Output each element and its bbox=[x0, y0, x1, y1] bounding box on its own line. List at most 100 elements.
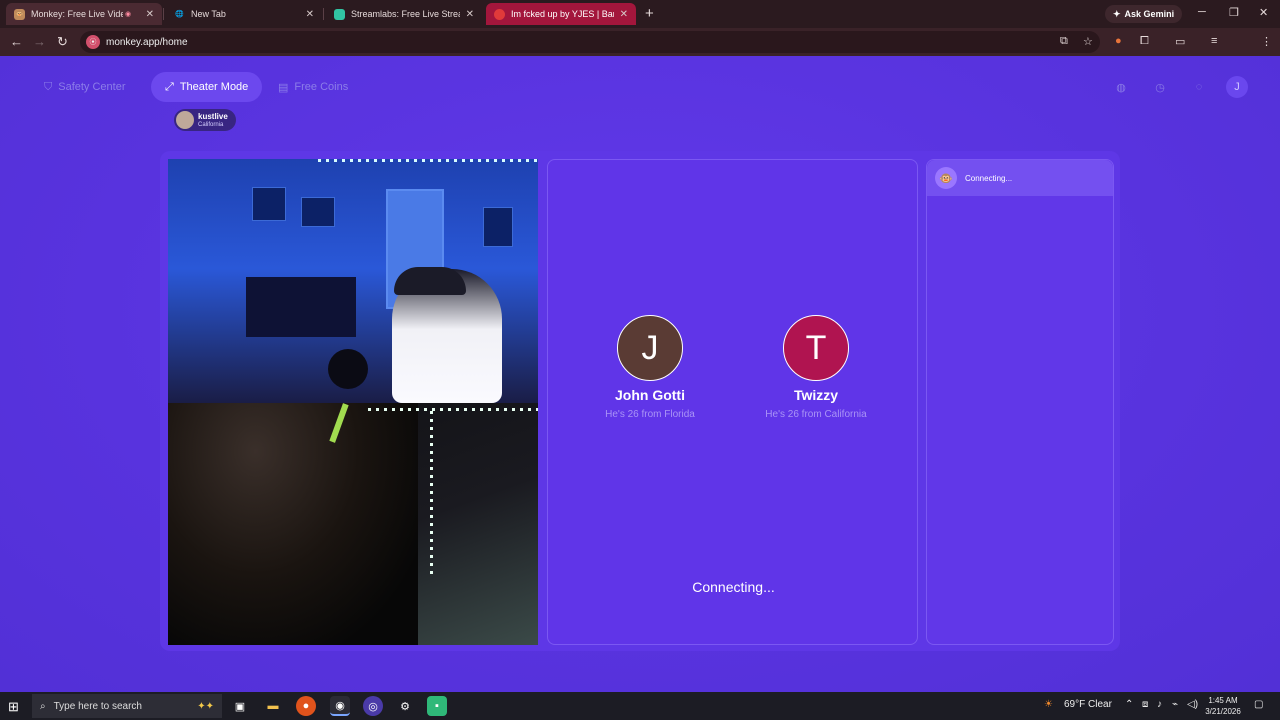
match-details: He's 26 from California bbox=[765, 409, 867, 420]
time: 1:45 AM bbox=[1208, 696, 1238, 705]
task-view-icon[interactable]: ▣ bbox=[230, 696, 250, 716]
bookmark-star-icon[interactable]: ☆ bbox=[1083, 35, 1093, 48]
split-view-icon[interactable]: ▭ bbox=[1175, 35, 1185, 48]
gemini-icon: ✦ bbox=[1113, 8, 1121, 19]
theater-mode-button[interactable]: ⤢ Theater Mode bbox=[151, 72, 263, 102]
desk bbox=[246, 277, 356, 337]
local-video bbox=[168, 403, 538, 645]
search-placeholder: Type here to search bbox=[53, 700, 142, 712]
local-person bbox=[168, 403, 418, 645]
streamlabs-taskbar-icon[interactable]: ▪ bbox=[427, 696, 447, 716]
windows-taskbar: ⊞ ⌕ Type here to search ✦✦ ▣ ▬ ● ◉ ◎ ⚙ ▪… bbox=[0, 692, 1280, 720]
tab-monkey[interactable]: 🐵 Monkey: Free Live Video Ch ◉ ✕ bbox=[6, 3, 162, 25]
globe-icon: 🌐 bbox=[175, 11, 184, 18]
copilot-sparkle-icon: ✦✦ bbox=[197, 700, 214, 712]
file-explorer-icon[interactable]: ▬ bbox=[263, 696, 283, 716]
matching-panel: J John Gotti He's 26 from Florida T Twiz… bbox=[547, 159, 918, 645]
taskbar-clock[interactable]: 1:45 AM 3/21/2026 bbox=[1200, 695, 1246, 717]
forward-icon[interactable]: → bbox=[33, 34, 46, 49]
chat-header: 🐵 Connecting... bbox=[927, 160, 1113, 196]
match-card-1[interactable]: J John Gotti He's 26 from Florida bbox=[570, 315, 730, 420]
extension-icon[interactable]: ● bbox=[1115, 35, 1122, 47]
tab-new-tab[interactable]: 🌐 New Tab ✕ bbox=[166, 3, 322, 25]
tray-chevron-icon[interactable]: ⌃ bbox=[1125, 699, 1133, 710]
safety-center-button[interactable]: ⛉ Safety Center bbox=[30, 72, 140, 102]
volume-icon[interactable]: ◁) bbox=[1187, 699, 1198, 710]
free-coins-button[interactable]: ▤ Free Coins bbox=[264, 72, 362, 102]
user-location: California bbox=[198, 121, 224, 128]
monkey-page: ⛉ Safety Center ⤢ Theater Mode ▤ Free Co… bbox=[0, 56, 1280, 692]
coins-icon: ▤ bbox=[278, 81, 289, 94]
free-coins-label: Free Coins bbox=[294, 81, 349, 93]
search-icon: ⌕ bbox=[40, 700, 46, 712]
steam-icon[interactable]: ⚙ bbox=[395, 696, 415, 716]
close-tab-icon[interactable]: ✕ bbox=[306, 9, 314, 20]
connecting-status: Connecting... bbox=[692, 579, 775, 595]
close-window-icon[interactable]: ✕ bbox=[1259, 6, 1268, 19]
tab-title: Im fcked up by YJES | BandLab bbox=[511, 9, 614, 19]
bandlab-icon bbox=[494, 8, 505, 20]
user-name: kustlive bbox=[198, 111, 228, 121]
match-details: He's 26 from Florida bbox=[605, 409, 695, 420]
close-tab-icon[interactable]: ✕ bbox=[466, 9, 474, 20]
tab-streamlabs[interactable]: Streamlabs: Free Live Streaming ✕ bbox=[326, 3, 482, 25]
reload-icon[interactable]: ↻ bbox=[57, 34, 68, 50]
close-tab-icon[interactable]: ✕ bbox=[146, 9, 154, 20]
microphone bbox=[328, 349, 368, 389]
tray-app-icon[interactable]: ⧈ bbox=[1142, 699, 1148, 710]
user-avatar[interactable]: J bbox=[1226, 76, 1248, 98]
back-icon[interactable]: ← bbox=[10, 34, 23, 49]
windows-start-icon[interactable]: ⊞ bbox=[8, 699, 19, 715]
ask-gemini-button[interactable]: ✦ Ask Gemini bbox=[1105, 5, 1183, 23]
minimize-icon[interactable]: ─ bbox=[1198, 6, 1206, 18]
shield-icon: ⛉ bbox=[44, 80, 53, 93]
extensions-puzzle-icon[interactable]: ⧠ bbox=[1140, 35, 1149, 48]
notifications-icon[interactable]: ▢ bbox=[1254, 699, 1263, 710]
discord-icon[interactable]: ◎ bbox=[363, 696, 383, 716]
address-bar[interactable]: ⦿ monkey.app/home bbox=[80, 31, 1100, 53]
more-menu-icon[interactable]: ⋮ bbox=[1261, 35, 1272, 48]
taskbar-search[interactable]: ⌕ Type here to search ✦✦ bbox=[32, 694, 222, 718]
history-icon[interactable]: ◷ bbox=[1149, 76, 1171, 98]
date: 3/21/2026 bbox=[1205, 707, 1241, 716]
browser-tabstrip: 🐵 Monkey: Free Live Video Ch ◉ ✕ 🌐 New T… bbox=[0, 0, 1280, 28]
media-icon[interactable]: ≡ bbox=[1211, 35, 1217, 47]
tab-bandlab[interactable]: Im fcked up by YJES | BandLab ✕ bbox=[486, 3, 636, 25]
match-avatar: T bbox=[783, 315, 849, 381]
browser-toolbar: ← → ↻ ⦿ monkey.app/home ⧉ ☆ ● ⧠ ▭ ≡ J ⋮ bbox=[0, 28, 1280, 76]
remote-video bbox=[168, 159, 538, 403]
match-avatar: J bbox=[617, 315, 683, 381]
cap bbox=[394, 267, 466, 295]
url-text: monkey.app/home bbox=[106, 36, 188, 48]
user-chip[interactable]: kustlive California bbox=[174, 109, 236, 131]
chat-icon[interactable]: ◌ bbox=[1188, 76, 1210, 98]
tab-title: New Tab bbox=[191, 9, 226, 19]
weather-text[interactable]: 69°F Clear bbox=[1064, 699, 1112, 710]
install-app-icon[interactable]: ⧉ bbox=[1060, 35, 1068, 48]
streamlabs-icon bbox=[334, 8, 345, 20]
recording-icon: ◉ bbox=[125, 11, 132, 18]
maximize-icon[interactable]: ❐ bbox=[1229, 6, 1239, 19]
weather-icon: ☀ bbox=[1044, 699, 1053, 710]
network-icon[interactable]: ⌁ bbox=[1172, 699, 1178, 710]
microphone-icon[interactable]: ♪ bbox=[1157, 699, 1162, 710]
led-lights bbox=[318, 159, 538, 162]
avatar-icon[interactable]: ◍ bbox=[1110, 76, 1132, 98]
chat-status: Connecting... bbox=[965, 173, 1013, 183]
app-icon[interactable]: ● bbox=[296, 696, 316, 716]
safety-center-label: Safety Center bbox=[58, 81, 126, 93]
site-info-icon[interactable]: ⦿ bbox=[86, 35, 100, 49]
theater-mode-label: Theater Mode bbox=[179, 81, 249, 93]
match-name: John Gotti bbox=[615, 387, 685, 403]
monkey-icon: 🐵 bbox=[935, 167, 957, 189]
match-name: Twizzy bbox=[793, 387, 839, 403]
chrome-icon[interactable]: ◉ bbox=[330, 696, 350, 716]
monkey-favicon-icon: 🐵 bbox=[14, 8, 25, 20]
close-tab-icon[interactable]: ✕ bbox=[620, 9, 628, 20]
tab-title: Streamlabs: Free Live Streaming bbox=[351, 9, 460, 19]
ask-gemini-label: Ask Gemini bbox=[1124, 9, 1175, 19]
new-tab-button[interactable]: + bbox=[645, 5, 654, 22]
tab-title: Monkey: Free Live Video Ch bbox=[31, 9, 123, 19]
match-card-2[interactable]: T Twizzy He's 26 from California bbox=[736, 315, 896, 420]
user-avatar-photo bbox=[176, 111, 194, 129]
